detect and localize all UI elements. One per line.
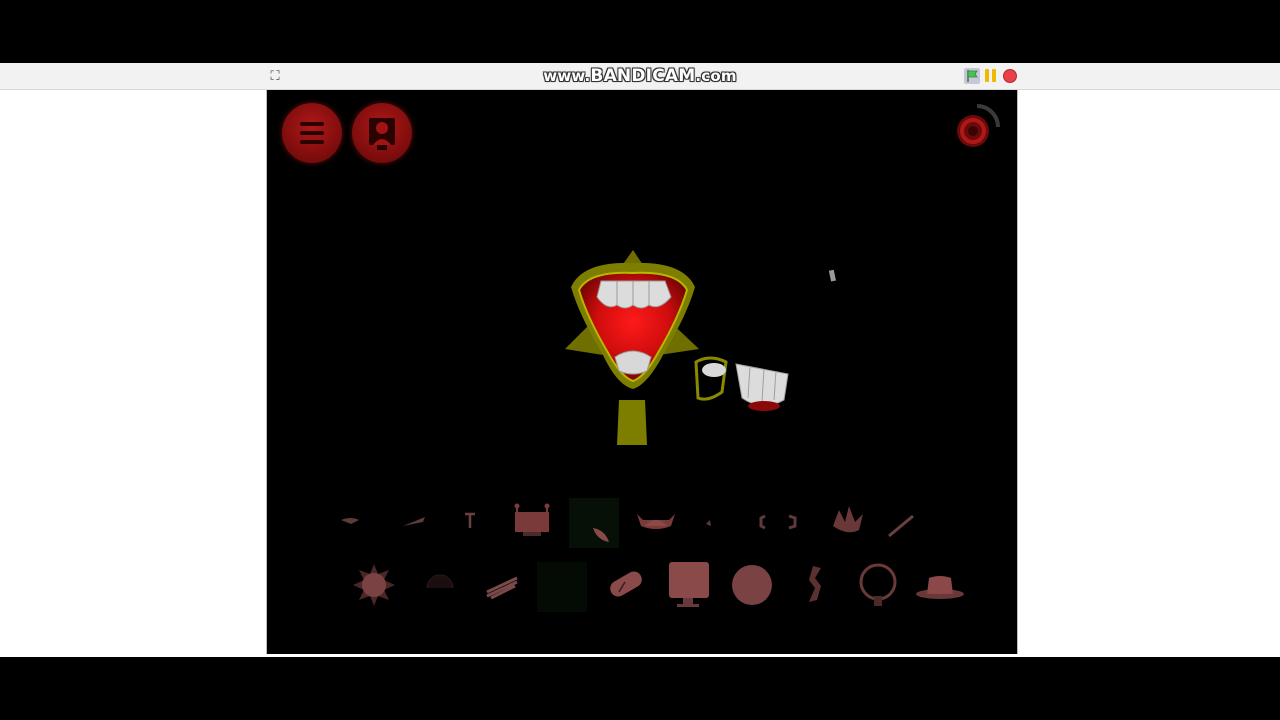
leaf-icon[interactable] [569,498,619,548]
yellow-mouth-character[interactable] [553,245,713,450]
reset-button[interactable] [953,103,1001,151]
monitor-icon[interactable] [665,560,715,610]
green-flag-icon[interactable] [964,68,980,84]
hamburger-icon [300,122,324,126]
crowned-box-icon[interactable] [507,496,557,546]
horned-helmet-icon[interactable] [631,496,681,546]
player-toolbar: ⛶ www.BANDICAM.com [0,63,1280,90]
watermark-brand: BANDICAM [590,66,696,86]
portrait-icon [369,118,395,150]
hamburger-icon-bar [300,140,324,144]
gallery-button[interactable] [352,103,412,163]
flame-icon[interactable] [823,496,873,546]
ring-icon[interactable] [853,560,903,610]
small-mouth-character[interactable] [692,352,802,417]
hamburger-icon-bar [300,131,324,135]
menu-button[interactable] [282,103,342,163]
capsule-icon[interactable] [601,560,651,610]
spiky-ball-icon[interactable] [349,560,399,610]
slash-icon[interactable] [389,496,439,546]
stick-icon[interactable] [881,496,931,546]
reset-icon [957,104,1000,147]
antenna-icon[interactable] [445,496,495,546]
recorder-watermark: www.BANDICAM.com [0,66,1280,86]
empty-slot-icon[interactable] [537,562,587,612]
circle-icon[interactable] [727,560,777,610]
game-stage[interactable] [266,90,1018,654]
crossed-sticks-icon[interactable] [477,560,527,610]
bracket-pair-icon[interactable] [755,496,805,546]
floating-fragment [828,269,837,283]
dark-orb-icon[interactable] [415,560,465,610]
dot-icon[interactable] [693,496,743,546]
small-wing-icon[interactable] [327,496,377,546]
hook-icon[interactable] [789,560,839,610]
pause-icon[interactable] [985,69,997,83]
watermark-suffix: .com [695,67,737,85]
screen: ⛶ www.BANDICAM.com [0,0,1280,720]
hat-icon[interactable] [915,560,965,610]
fullscreen-toggle-icon[interactable]: ⛶ [267,68,283,84]
watermark-prefix: www. [543,67,591,85]
letterbox-bottom [0,657,1280,720]
stop-icon[interactable] [1003,69,1017,83]
